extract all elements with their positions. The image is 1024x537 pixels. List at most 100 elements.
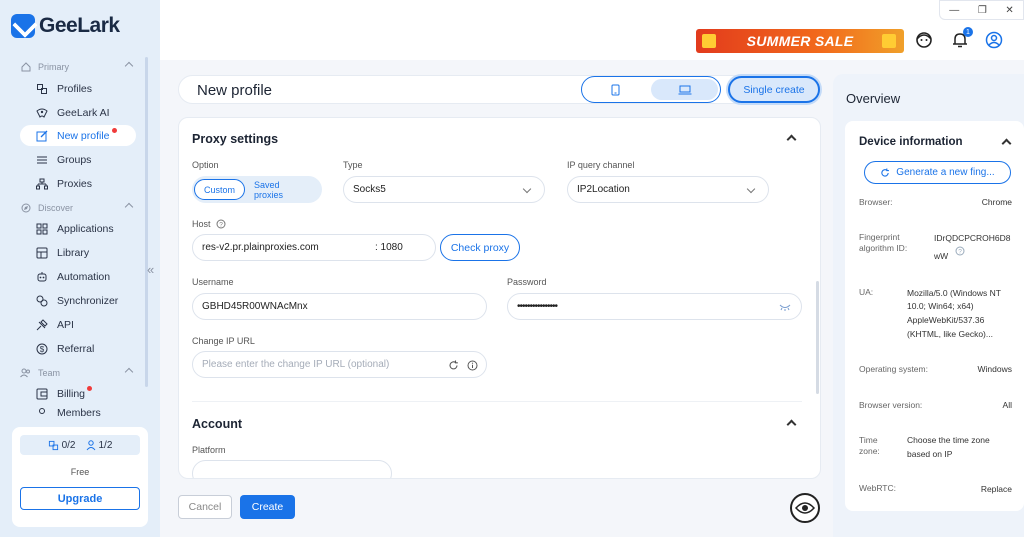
- sidebar-item-label: New profile: [57, 129, 110, 142]
- device-info-title: Device information: [859, 136, 963, 148]
- webrtc-key: WebRTC:: [859, 483, 897, 493]
- option-label: Option: [192, 160, 219, 170]
- topbar: — ❐ ✕ SUMMER SALE 1: [160, 0, 1024, 60]
- desktop-device-option[interactable]: [651, 79, 718, 100]
- close-icon[interactable]: ✕: [1005, 5, 1013, 16]
- profile-header: New profile Single create: [178, 75, 821, 104]
- upgrade-button[interactable]: Upgrade: [20, 487, 140, 510]
- sidebar-item-label: Groups: [57, 153, 92, 166]
- sidebar-item-label: Members: [57, 407, 101, 419]
- ip-query-select[interactable]: IP2Location: [567, 176, 769, 203]
- sidebar-scrollbar[interactable]: [145, 57, 148, 387]
- support-agent-icon[interactable]: [914, 30, 934, 50]
- host-label-row: Host ?: [192, 219, 226, 229]
- cancel-button[interactable]: Cancel: [178, 495, 232, 519]
- proxy-type-select[interactable]: Socks5: [343, 176, 545, 203]
- host-input[interactable]: res-v2.pr.plainproxies.com : 1080: [192, 234, 436, 261]
- sidebar-item-profiles[interactable]: Profiles: [20, 78, 136, 99]
- account-title: Account: [192, 417, 242, 431]
- sidebar-item-geelark-ai[interactable]: GeeLark AI: [20, 102, 136, 123]
- collapse-proxy-icon[interactable]: [786, 134, 797, 145]
- sidebar-item-applications[interactable]: Applications: [20, 218, 136, 239]
- home-icon: [20, 61, 31, 72]
- groups-icon: [36, 154, 48, 166]
- synchronizer-icon: [36, 295, 48, 307]
- ua-value-4: (KHTML, like Gecko)...: [907, 329, 993, 339]
- compass-icon: [20, 202, 31, 213]
- profiles-usage: 0/2: [48, 440, 76, 451]
- proxy-type-value: Socks5: [353, 184, 386, 195]
- section-label: Discover: [38, 202, 74, 213]
- members-usage: 1/2: [86, 439, 112, 451]
- section-label: Team: [38, 367, 61, 378]
- sidebar-item-api[interactable]: API: [20, 314, 136, 335]
- single-create-button[interactable]: Single create: [728, 76, 820, 103]
- create-button[interactable]: Create: [240, 495, 295, 519]
- collapse-sidebar-icon[interactable]: «: [147, 262, 154, 277]
- sidebar-item-proxies[interactable]: Proxies: [20, 173, 136, 194]
- sidebar-item-members[interactable]: Members: [20, 407, 136, 421]
- check-proxy-button[interactable]: Check proxy: [440, 234, 520, 261]
- option-custom[interactable]: Custom: [194, 179, 246, 200]
- collapse-account-icon[interactable]: [786, 419, 797, 430]
- logo[interactable]: GeeLark: [11, 14, 120, 38]
- change-ip-label: Change IP URL: [192, 336, 255, 346]
- svg-text:$: $: [40, 345, 45, 354]
- password-input[interactable]: ••••••••••••••••: [507, 293, 802, 320]
- minimize-icon[interactable]: —: [949, 5, 959, 16]
- proxy-settings-title: Proxy settings: [192, 132, 279, 146]
- username-input[interactable]: GBHD45R00WNAcMnx: [192, 293, 487, 320]
- section-primary[interactable]: Primary: [20, 61, 134, 72]
- account-icon[interactable]: [984, 30, 1004, 50]
- os-value: Windows: [977, 364, 1012, 374]
- sidebar-item-synchronizer[interactable]: Synchronizer: [20, 290, 136, 311]
- change-ip-placeholder: Please enter the change IP URL (optional…: [202, 359, 390, 370]
- dollar-icon: $: [36, 343, 48, 355]
- geelark-logo-icon: [11, 14, 35, 38]
- form-scrollbar[interactable]: [816, 281, 819, 394]
- overview-panel: Overview Device information Generate a n…: [833, 74, 1024, 537]
- sidebar-item-groups[interactable]: Groups: [20, 149, 136, 170]
- platform-select[interactable]: [192, 460, 392, 478]
- robot-icon: [36, 271, 48, 283]
- timezone-key-1: Time: [859, 435, 878, 445]
- host-label: Host: [192, 219, 211, 229]
- fingerprint-key-2: algorithm ID:: [859, 243, 908, 253]
- mobile-device-option[interactable]: [582, 77, 649, 102]
- generate-fingerprint-button[interactable]: Generate a new fing...: [864, 161, 1011, 184]
- assistant-eye-icon[interactable]: [790, 493, 820, 523]
- bell-icon[interactable]: 1: [950, 27, 973, 50]
- library-icon: [36, 247, 48, 259]
- chevron-down-icon: [746, 184, 756, 194]
- sidebar-item-automation[interactable]: Automation: [20, 266, 136, 287]
- app-name: GeeLark: [39, 14, 120, 37]
- user-icon: [86, 439, 95, 450]
- phone-icon: [611, 84, 620, 95]
- sidebar-item-referral[interactable]: $ Referral: [20, 338, 136, 359]
- new-profile-icon: [36, 130, 48, 142]
- timezone-value-2: based on IP: [907, 449, 953, 459]
- overview-title: Overview: [846, 91, 901, 106]
- notification-dot: [112, 128, 117, 133]
- sidebar-item-library[interactable]: Library: [20, 242, 136, 263]
- summer-sale-banner[interactable]: SUMMER SALE: [696, 29, 904, 53]
- restore-icon[interactable]: ❐: [978, 5, 987, 16]
- applications-icon: [36, 223, 48, 235]
- timezone-key-2: zone:: [859, 446, 880, 456]
- laptop-icon: [678, 85, 691, 94]
- sidebar-item-label: Referral: [57, 342, 95, 355]
- sidebar-item-billing[interactable]: Billing: [20, 383, 136, 404]
- sidebar-item-new-profile[interactable]: New profile: [20, 125, 136, 146]
- section-discover[interactable]: Discover: [20, 202, 134, 213]
- collapse-device-info-icon[interactable]: [1001, 138, 1012, 149]
- refresh-icon: [881, 167, 890, 177]
- option-saved-proxies[interactable]: Saved proxies: [245, 179, 320, 200]
- username-label: Username: [192, 277, 234, 287]
- username-value: GBHD45R00WNAcMnx: [202, 301, 308, 312]
- section-team[interactable]: Team: [20, 367, 134, 378]
- plan-name: Free: [70, 467, 90, 477]
- team-icon: [20, 367, 31, 378]
- port-value[interactable]: : 1080: [375, 242, 403, 253]
- change-ip-input[interactable]: Please enter the change IP URL (optional…: [192, 351, 487, 378]
- fingerprint-key-1: Fingerprint: [859, 232, 900, 242]
